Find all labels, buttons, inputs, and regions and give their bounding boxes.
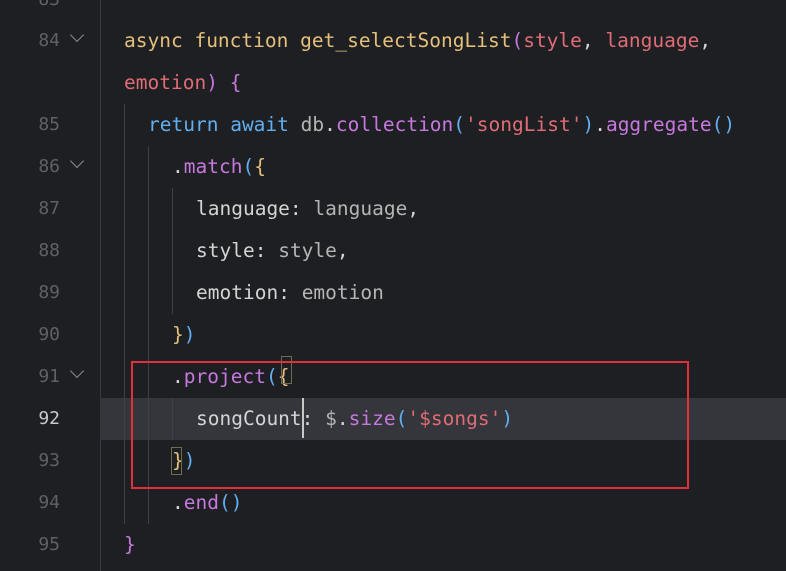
code-text: style: style, xyxy=(196,239,349,262)
line-number: 93 xyxy=(38,450,60,471)
code-line[interactable]: 83 xyxy=(0,0,786,21)
line-number: 94 xyxy=(38,492,60,513)
code-text: emotion: emotion xyxy=(196,281,384,304)
line-number: 87 xyxy=(38,198,60,219)
line-number: 84 xyxy=(38,30,60,51)
code-line[interactable]: 89 emotion: emotion xyxy=(0,272,786,314)
code-line[interactable]: 85 return await db.collection('songList'… xyxy=(0,104,786,146)
line-number: 89 xyxy=(38,282,60,303)
code-text: language: language, xyxy=(196,197,420,220)
code-text: } xyxy=(124,533,136,556)
code-text: .match({ xyxy=(172,155,266,178)
code-line-wrapped[interactable]: emotion) { xyxy=(0,62,786,104)
code-text: return await db.collection('songList').a… xyxy=(148,113,736,136)
code-line[interactable]: 95 } xyxy=(0,524,786,566)
code-line[interactable]: 84 async function get_selectSongList(sty… xyxy=(0,20,786,62)
line-number: 90 xyxy=(38,324,60,345)
code-line[interactable]: 86 .match({ xyxy=(0,146,786,188)
code-text: }) xyxy=(172,323,196,346)
line-number: 91 xyxy=(38,366,60,387)
code-line[interactable]: 90 }) xyxy=(0,314,786,356)
code-text: emotion) { xyxy=(124,71,242,94)
fold-chevron-icon[interactable] xyxy=(69,363,85,379)
code-text: async function get_selectSongList(style,… xyxy=(124,29,712,52)
code-line[interactable]: 87 language: language, xyxy=(0,188,786,230)
line-number: 92 xyxy=(38,408,60,429)
fold-chevron-icon[interactable] xyxy=(69,153,85,169)
annotation-highlight-box xyxy=(131,361,689,489)
code-editor[interactable]: 83 84 async function get_selectSongList(… xyxy=(0,0,786,571)
line-number: 86 xyxy=(38,156,60,177)
fold-chevron-icon[interactable] xyxy=(69,27,85,43)
line-number: 85 xyxy=(38,114,60,135)
line-number: 83 xyxy=(0,0,60,21)
line-number: 95 xyxy=(38,534,60,555)
code-line[interactable]: 88 style: style, xyxy=(0,230,786,272)
line-number: 88 xyxy=(38,240,60,261)
